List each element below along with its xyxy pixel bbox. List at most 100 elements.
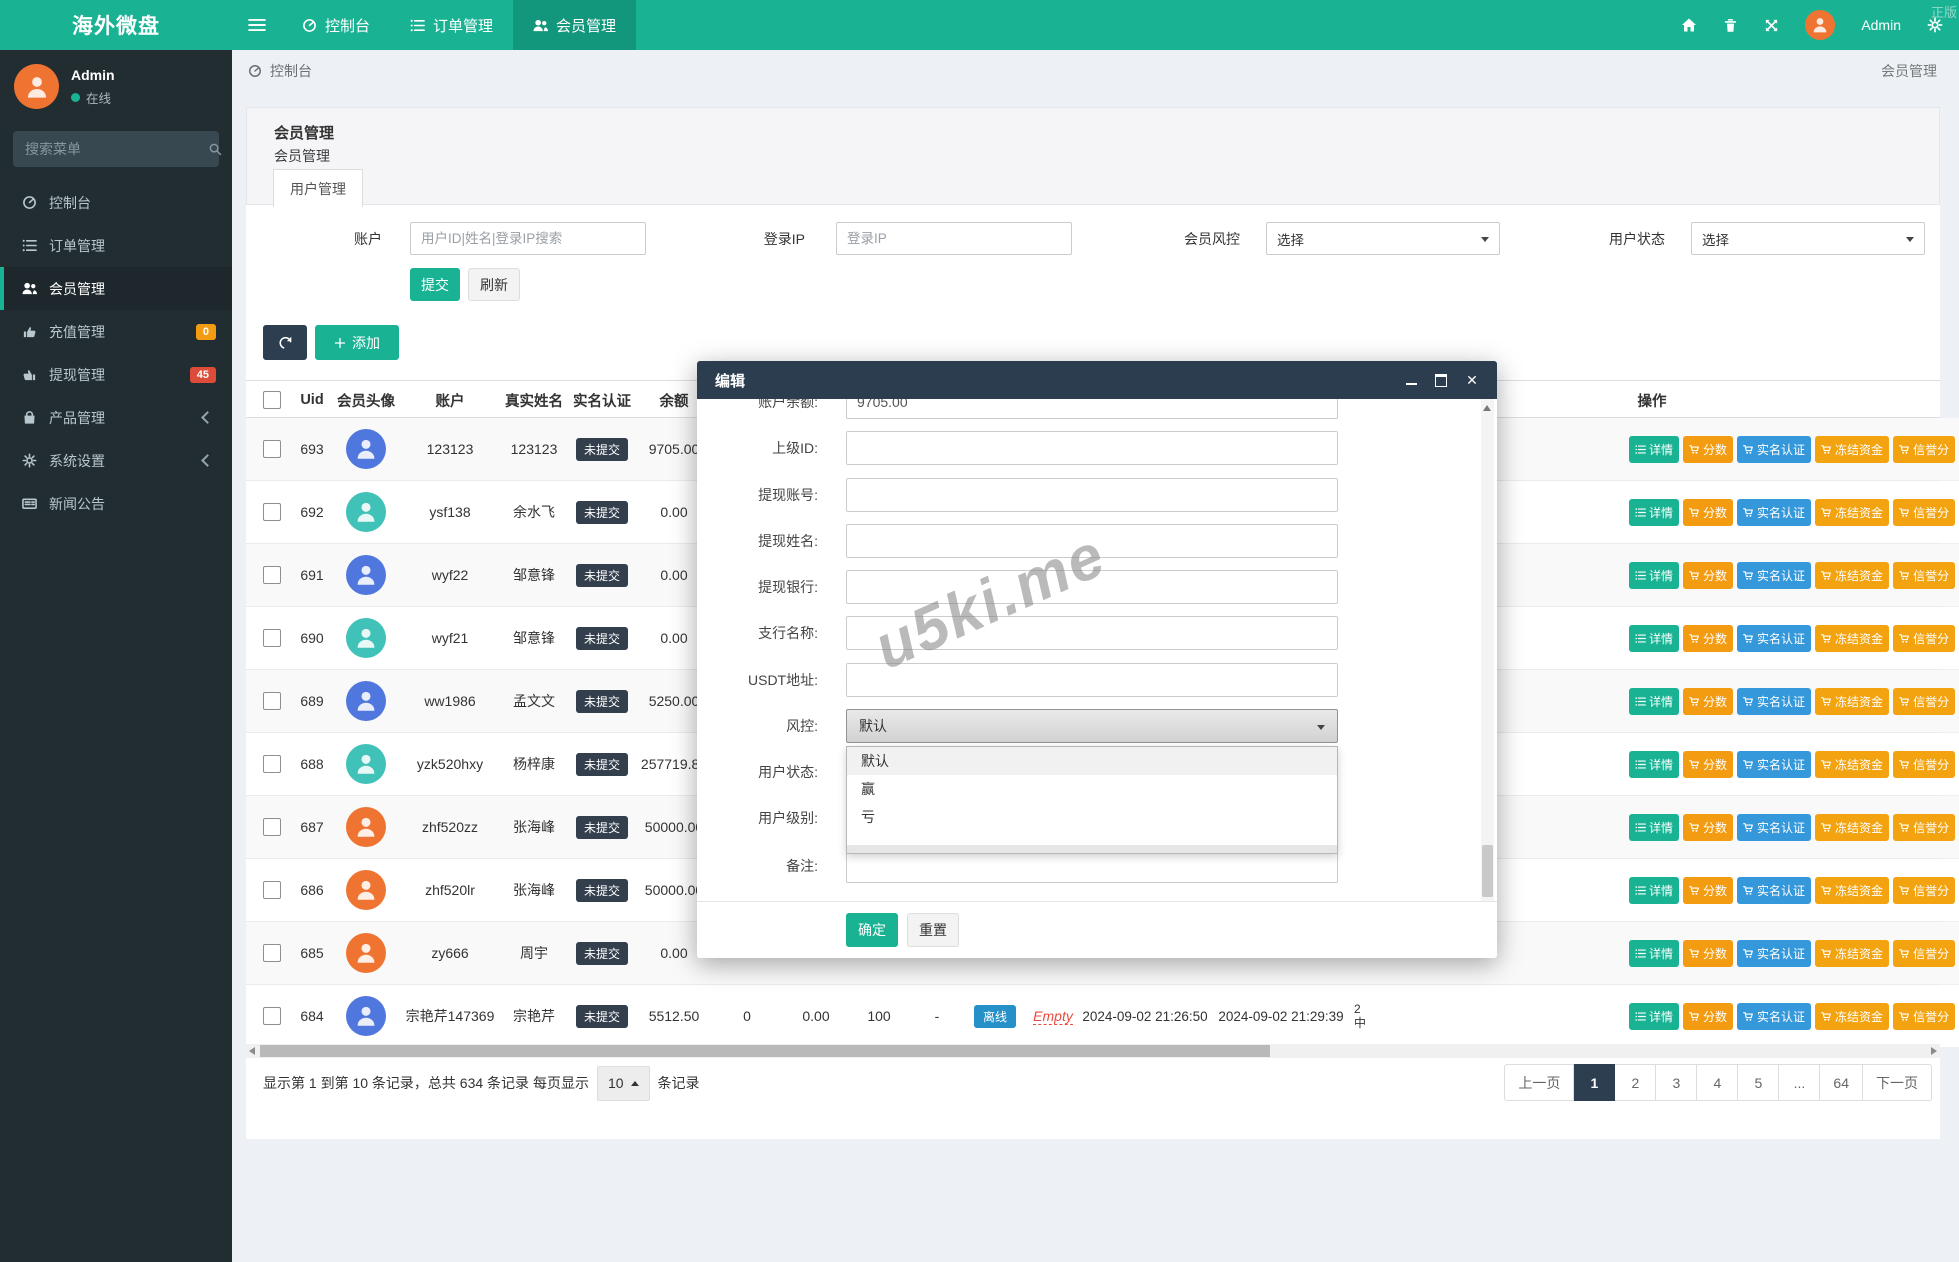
select-all-checkbox[interactable] (256, 381, 288, 419)
checkbox[interactable] (263, 566, 281, 584)
page-next[interactable]: 下一页 (1863, 1064, 1932, 1101)
empty-link[interactable]: Empty (1033, 1008, 1073, 1025)
action-button-2[interactable]: 分数 (1683, 877, 1733, 904)
action-button-2[interactable]: 分数 (1683, 751, 1733, 778)
action-button-5[interactable]: 信誉分 (1893, 436, 1955, 463)
submit-button[interactable]: 提交 (410, 268, 460, 301)
row-checkbox[interactable] (256, 670, 288, 732)
action-button-1[interactable]: 详情 (1629, 436, 1679, 463)
add-button[interactable]: 添加 (315, 325, 399, 360)
risk-filter-select[interactable]: 选择 (1266, 222, 1500, 255)
member-avatar[interactable] (346, 681, 386, 721)
field-input[interactable] (846, 478, 1338, 512)
field-input[interactable]: 9705.00 (846, 399, 1338, 419)
fullscreen-icon[interactable] (1764, 18, 1779, 33)
maximize-icon[interactable] (1435, 374, 1447, 387)
page-4[interactable]: 4 (1697, 1064, 1738, 1101)
account-filter-input[interactable] (410, 222, 646, 255)
checkbox[interactable] (263, 503, 281, 521)
reset-button[interactable]: 重置 (907, 913, 959, 947)
action-button-1[interactable]: 详情 (1629, 1003, 1679, 1030)
home-icon[interactable] (1681, 17, 1697, 33)
action-button-5[interactable]: 信誉分 (1893, 940, 1955, 967)
action-button-2[interactable]: 分数 (1683, 940, 1733, 967)
action-button-2[interactable]: 分数 (1683, 1003, 1733, 1030)
action-button-3[interactable]: 实名认证 (1737, 562, 1811, 589)
action-button-4[interactable]: 冻结资金 (1815, 499, 1889, 526)
field-input[interactable] (846, 570, 1338, 604)
action-button-3[interactable]: 实名认证 (1737, 751, 1811, 778)
brand-logo[interactable]: 海外微盘 (0, 0, 232, 50)
action-button-1[interactable]: 详情 (1629, 877, 1679, 904)
tab-user-management[interactable]: 用户管理 (273, 169, 363, 207)
action-button-3[interactable]: 实名认证 (1737, 499, 1811, 526)
sidebar-item-deposits[interactable]: 充值管理 0 (0, 310, 232, 353)
member-avatar[interactable] (346, 807, 386, 847)
action-button-3[interactable]: 实名认证 (1737, 625, 1811, 652)
confirm-button[interactable]: 确定 (846, 913, 898, 947)
scroll-up-icon[interactable] (1483, 405, 1491, 411)
action-button-1[interactable]: 详情 (1629, 940, 1679, 967)
field-input[interactable] (846, 663, 1338, 697)
row-checkbox[interactable] (256, 481, 288, 543)
member-avatar[interactable] (346, 492, 386, 532)
page-1[interactable]: 1 (1574, 1064, 1615, 1101)
checkbox[interactable] (263, 692, 281, 710)
page-64[interactable]: 64 (1820, 1064, 1863, 1101)
member-avatar[interactable] (346, 618, 386, 658)
action-button-2[interactable]: 分数 (1683, 625, 1733, 652)
field-input[interactable] (846, 616, 1338, 650)
page-5[interactable]: 5 (1738, 1064, 1779, 1101)
modal-scrollbar-thumb[interactable] (1482, 845, 1493, 897)
scroll-right-icon[interactable] (1931, 1047, 1937, 1055)
trash-icon[interactable] (1723, 18, 1738, 33)
action-button-4[interactable]: 冻结资金 (1815, 625, 1889, 652)
horizontal-scrollbar[interactable] (246, 1044, 1940, 1058)
member-avatar[interactable] (346, 744, 386, 784)
checkbox[interactable] (263, 629, 281, 647)
ip-filter-input[interactable] (836, 222, 1072, 255)
action-button-3[interactable]: 实名认证 (1737, 436, 1811, 463)
action-button-3[interactable]: 实名认证 (1737, 940, 1811, 967)
member-avatar[interactable] (346, 429, 386, 469)
action-button-5[interactable]: 信誉分 (1893, 688, 1955, 715)
sidebar-item-news[interactable]: 新闻公告 (0, 482, 232, 525)
refresh-filter-button[interactable]: 刷新 (468, 268, 520, 301)
page-2[interactable]: 2 (1615, 1064, 1656, 1101)
action-button-3[interactable]: 实名认证 (1737, 688, 1811, 715)
action-button-3[interactable]: 实名认证 (1737, 814, 1811, 841)
sidebar-item-members[interactable]: 会员管理 (0, 267, 232, 310)
username-label[interactable]: Admin (1861, 17, 1901, 33)
row-checkbox[interactable] (256, 607, 288, 669)
sidebar-search-input[interactable] (23, 140, 208, 158)
action-button-5[interactable]: 信誉分 (1893, 499, 1955, 526)
page-3[interactable]: 3 (1656, 1064, 1697, 1101)
action-button-1[interactable]: 详情 (1629, 625, 1679, 652)
scrollbar-thumb[interactable] (260, 1045, 1270, 1057)
action-button-4[interactable]: 冻结资金 (1815, 562, 1889, 589)
sidebar-item-withdrawals[interactable]: 提现管理 45 (0, 353, 232, 396)
cell-empty[interactable]: Empty (1022, 985, 1084, 1047)
action-button-1[interactable]: 详情 (1629, 499, 1679, 526)
sidebar-item-settings[interactable]: 系统设置 (0, 439, 232, 482)
col-header-account[interactable]: 账户 (398, 381, 502, 419)
row-checkbox[interactable] (256, 985, 288, 1047)
field-input[interactable] (846, 431, 1338, 465)
nav-item-dashboard[interactable]: 控制台 (282, 0, 390, 50)
action-button-2[interactable]: 分数 (1683, 688, 1733, 715)
action-button-2[interactable]: 分数 (1683, 436, 1733, 463)
sidebar-item-dashboard[interactable]: 控制台 (0, 181, 232, 224)
checkbox[interactable] (263, 755, 281, 773)
action-button-2[interactable]: 分数 (1683, 814, 1733, 841)
action-button-4[interactable]: 冻结资金 (1815, 436, 1889, 463)
col-header-avatar[interactable]: 会员头像 (326, 381, 406, 419)
action-button-5[interactable]: 信誉分 (1893, 877, 1955, 904)
risk-select[interactable]: 默认 (846, 709, 1338, 743)
page-ellipsis[interactable]: ... (1779, 1064, 1820, 1101)
member-avatar[interactable] (346, 555, 386, 595)
action-button-4[interactable]: 冻结资金 (1815, 751, 1889, 778)
row-checkbox[interactable] (256, 544, 288, 606)
risk-option-lose[interactable]: 亏 (847, 803, 1337, 831)
action-button-5[interactable]: 信誉分 (1893, 751, 1955, 778)
risk-option-default[interactable]: 默认 (847, 747, 1337, 775)
